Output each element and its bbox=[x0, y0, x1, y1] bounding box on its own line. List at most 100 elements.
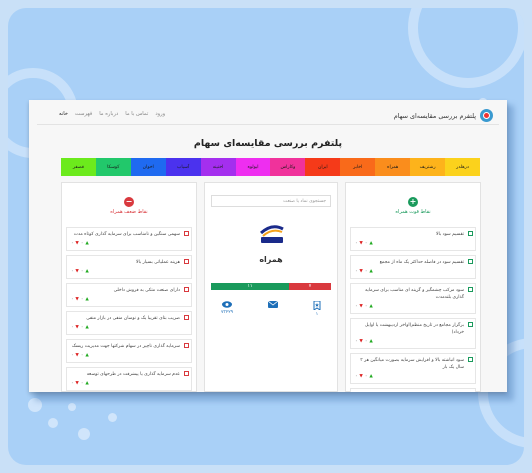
category-tab[interactable]: آسیاب bbox=[165, 158, 201, 176]
check-icon[interactable] bbox=[468, 259, 473, 264]
thumbs-down-icon[interactable]: ▼ bbox=[359, 338, 362, 345]
list-item: دارای صنعت متکی به فروش داخلی ▲ ۰ ▼ ۰ bbox=[66, 283, 192, 307]
thumbs-down-icon[interactable]: ▼ bbox=[359, 268, 362, 275]
category-tab[interactable]: ایران bbox=[305, 158, 341, 176]
thumbs-up-icon[interactable]: ▲ bbox=[85, 380, 88, 387]
nav-home[interactable]: خانه bbox=[59, 111, 68, 117]
decor-ring bbox=[408, 8, 524, 88]
vote-row: ▲ ۰ ▼ ۰ bbox=[71, 240, 180, 247]
thumbs-up-icon[interactable]: ▲ bbox=[369, 373, 372, 380]
thumbs-up-icon[interactable]: ▲ bbox=[369, 268, 372, 275]
check-icon[interactable] bbox=[184, 371, 189, 376]
nav-about[interactable]: درباره ما bbox=[99, 111, 118, 117]
category-tab[interactable]: اختینه bbox=[200, 158, 236, 176]
category-tab[interactable]: اخوان bbox=[130, 158, 166, 176]
list-item: سود مرکب چشمگیر و گزینه ای مناسب برای سر… bbox=[350, 283, 476, 314]
decor-dot bbox=[78, 428, 90, 440]
nav-login[interactable]: ورود bbox=[155, 111, 165, 117]
thumbs-up-icon[interactable]: ▲ bbox=[85, 352, 88, 359]
decor-dot bbox=[108, 413, 117, 422]
category-tab[interactable]: اخابر bbox=[340, 158, 376, 176]
strengths-list: تقسیم سود بالا ▲ ۰ ▼ ۰ تقسیم سود در فاصله حدا… bbox=[350, 227, 476, 392]
thumbs-up-icon[interactable]: ▲ bbox=[85, 296, 88, 303]
list-item-text: برگزار مجامع در تاریخ منظم(اواخر اردیبهش… bbox=[364, 323, 464, 335]
add-weakness-icon[interactable]: − bbox=[124, 197, 134, 207]
thumbs-down-icon[interactable]: ▼ bbox=[359, 303, 362, 310]
vote-up-count: ۰ bbox=[80, 269, 84, 274]
vote-row: ▲ ۰ ▼ ۰ bbox=[71, 380, 180, 387]
thumbs-up-icon[interactable]: ▲ bbox=[85, 268, 88, 275]
vote-up-count: ۰ bbox=[364, 269, 368, 274]
thumbs-up-icon[interactable]: ▲ bbox=[85, 240, 88, 247]
vote-down-count: ۰ bbox=[71, 325, 74, 330]
company-panel: جستجوی نماد یا صنعت همراه ۱۱ ۷ ۷۳۲۲۹ ۱ bbox=[204, 182, 338, 392]
thumbs-up-icon[interactable]: ▲ bbox=[369, 338, 372, 345]
thumbs-up-icon[interactable]: ▲ bbox=[369, 240, 372, 247]
check-icon[interactable] bbox=[468, 287, 473, 292]
vote-row: ▲ ۰ ▼ ۰ bbox=[355, 373, 464, 380]
vote-down-count: ۰ bbox=[355, 241, 358, 246]
list-item: تقسیم سود بالا ▲ ۰ ▼ ۰ bbox=[350, 227, 476, 251]
list-item-text: عدم سرمایه گذاری یا پیشرفت در طرحهای توس… bbox=[86, 372, 180, 377]
thumbs-up-icon[interactable]: ▲ bbox=[369, 303, 372, 310]
company-name: همراه bbox=[259, 255, 283, 264]
vote-up-count: ۰ bbox=[364, 339, 368, 344]
browser-window: پلتفرم بررسی مقایسه‌ای سهام خانه فهرست د… bbox=[29, 100, 507, 392]
vote-up-count: ۰ bbox=[80, 381, 84, 386]
category-tab[interactable]: کوسکا bbox=[95, 158, 131, 176]
bookmark-stat[interactable]: ۱ bbox=[313, 301, 321, 317]
bookmark-count: ۱ bbox=[315, 312, 319, 317]
check-icon[interactable] bbox=[184, 315, 189, 320]
check-icon[interactable] bbox=[184, 231, 189, 236]
page-title: پلتفرم بررسی مقایسه‌ای سهام bbox=[193, 138, 343, 149]
thumbs-down-icon[interactable]: ▼ bbox=[75, 240, 78, 247]
eye-icon bbox=[222, 301, 233, 308]
check-icon[interactable] bbox=[468, 322, 473, 327]
list-item: تقسیم سود در فاصله حداکثر یک ماه از مجمع… bbox=[350, 255, 476, 279]
check-icon[interactable] bbox=[184, 259, 189, 264]
nav-contact[interactable]: تماس با ما bbox=[125, 111, 148, 117]
brand[interactable]: پلتفرم بررسی مقایسه‌ای سهام bbox=[394, 109, 493, 122]
thumbs-down-icon[interactable]: ▼ bbox=[75, 268, 78, 275]
vote-up-count: ۰ bbox=[80, 241, 84, 246]
vote-row: ▲ ۰ ▼ ۰ bbox=[355, 240, 464, 247]
category-tab[interactable]: ایولوه bbox=[235, 158, 271, 176]
category-tab[interactable]: رشتریف bbox=[410, 158, 446, 176]
check-icon[interactable] bbox=[468, 231, 473, 236]
vote-down-count: ۰ bbox=[355, 269, 358, 274]
share-stat[interactable] bbox=[268, 301, 279, 317]
thumbs-down-icon[interactable]: ▼ bbox=[359, 240, 362, 247]
company-logo-icon bbox=[259, 225, 284, 243]
vote-down-count: ۰ bbox=[71, 297, 74, 302]
category-tab[interactable]: وکاراس bbox=[270, 158, 306, 176]
check-icon[interactable] bbox=[184, 287, 189, 292]
vote-down-count: ۰ bbox=[71, 269, 74, 274]
list-item-text: سود مرکب چشمگیر و گزینه ای مناسب برای سر… bbox=[365, 288, 464, 300]
check-icon[interactable] bbox=[468, 357, 473, 362]
thumbs-down-icon[interactable]: ▼ bbox=[75, 352, 78, 359]
decor-dot bbox=[68, 403, 76, 411]
bookmark-icon[interactable] bbox=[313, 301, 321, 310]
category-tab[interactable]: درهلدر bbox=[445, 158, 480, 176]
search-input[interactable]: جستجوی نماد یا صنعت bbox=[211, 195, 331, 207]
thumbs-down-icon[interactable]: ▼ bbox=[75, 380, 78, 387]
category-tab[interactable]: همراه bbox=[375, 158, 411, 176]
category-tab[interactable]: قصفر bbox=[60, 158, 96, 176]
nav-list[interactable]: فهرست bbox=[75, 111, 92, 117]
add-strength-icon[interactable]: + bbox=[408, 197, 418, 207]
vote-down-count: ۰ bbox=[355, 374, 358, 379]
list-item-text: سود انباشته بالا و افزایش سرمایه بصورت م… bbox=[360, 358, 464, 370]
sentiment-bar: ۱۱ ۷ bbox=[211, 283, 331, 290]
envelope-icon[interactable] bbox=[268, 301, 279, 308]
stats-row: ۷۳۲۲۹ ۱ bbox=[211, 301, 331, 317]
thumbs-up-icon[interactable]: ▲ bbox=[85, 324, 88, 331]
list-item-text: ضریب بتای تقریبا یک و نوسان منفی در بازا… bbox=[86, 316, 180, 321]
list-item: انحصار▲۰▼۰ bbox=[350, 388, 476, 392]
thumbs-down-icon[interactable]: ▼ bbox=[75, 296, 78, 303]
list-item: هزینه عملیاتی بسیار بالا ▲ ۰ ▼ ۰ bbox=[66, 255, 192, 279]
category-bar: درهلدر رشتریف همراه اخابر ایران وکاراس ایولوه ا… bbox=[60, 158, 480, 176]
brand-text: پلتفرم بررسی مقایسه‌ای سهام bbox=[393, 111, 476, 120]
check-icon[interactable] bbox=[184, 343, 189, 348]
thumbs-down-icon[interactable]: ▼ bbox=[75, 324, 78, 331]
thumbs-down-icon[interactable]: ▼ bbox=[359, 373, 362, 380]
